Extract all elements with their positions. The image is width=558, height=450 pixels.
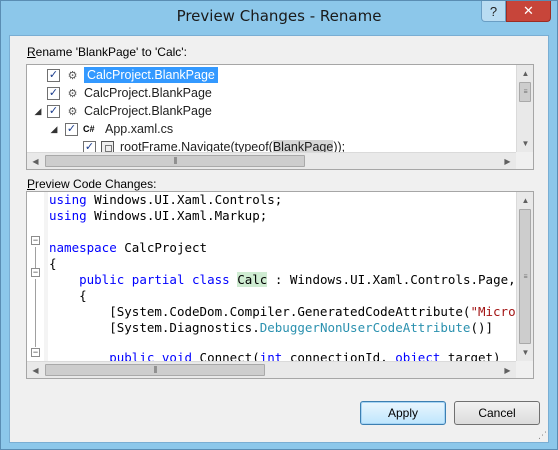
code-horizontal-thumb[interactable]: |||	[45, 364, 265, 376]
scroll-up-icon[interactable]: ▲	[517, 192, 533, 209]
scroll-left-icon[interactable]: ◀	[27, 362, 44, 378]
help-icon: ?	[489, 3, 498, 19]
tree-item-label: CalcProject.BlankPage	[84, 104, 212, 118]
tree-horizontal-thumb[interactable]: |||	[45, 155, 305, 167]
tree-vertical-thumb[interactable]: ≡	[519, 82, 531, 102]
code-line: using Windows.UI.Xaml.Controls;	[49, 192, 283, 207]
scrollbar-corner	[516, 361, 533, 378]
tree-vertical-scrollbar[interactable]: ▲ ≡ ▼	[516, 65, 533, 152]
tree-item-label: CalcProject.BlankPage	[84, 86, 212, 100]
preview-changes-dialog: Preview Changes - Rename ? ✕ Rename 'Bla…	[0, 0, 558, 450]
code-line: {	[49, 256, 57, 271]
class-icon: ⚙	[67, 69, 78, 82]
resize-grip-icon[interactable]: ⋰	[538, 430, 547, 441]
fold-toggle-icon[interactable]: −	[31, 236, 40, 245]
title-bar[interactable]: Preview Changes - Rename ? ✕	[1, 1, 557, 35]
change-margin	[44, 192, 48, 363]
collapse-arrow-icon[interactable]: ◢	[33, 106, 43, 117]
scroll-left-icon[interactable]: ◀	[27, 153, 44, 169]
tree-item-blankpage-1[interactable]: ✓ ⚙ CalcProject.BlankPage	[47, 66, 218, 84]
tree-item-blankpage-3[interactable]: ◢ ✓ ⚙ CalcProject.BlankPage	[33, 102, 212, 120]
preview-code-label: Preview Code Changes:	[27, 177, 157, 191]
window-title: Preview Changes - Rename	[176, 7, 382, 25]
tree-item-blankpage-2[interactable]: ✓ ⚙ CalcProject.BlankPage	[47, 84, 212, 102]
scroll-up-icon[interactable]: ▲	[517, 65, 533, 82]
scroll-down-icon[interactable]: ▼	[517, 344, 533, 361]
tree-horizontal-scrollbar[interactable]: ◀ ||| ▶	[27, 152, 516, 169]
tree-item-checkbox[interactable]: ✓	[47, 68, 60, 82]
class-icon: ⚙	[67, 105, 78, 118]
scroll-down-icon[interactable]: ▼	[517, 135, 533, 152]
rename-label: Rename 'BlankPage' to 'Calc':	[27, 45, 187, 59]
tree-item-app-xaml-cs[interactable]: ◢ ✓ C# App.xaml.cs	[49, 120, 174, 138]
tree-item-checkbox[interactable]: ✓	[65, 122, 78, 136]
renamed-identifier: Calc	[237, 272, 268, 287]
cancel-button[interactable]: Cancel	[454, 401, 540, 425]
code-line: using Windows.UI.Xaml.Markup;	[49, 208, 268, 223]
code-vertical-scrollbar[interactable]: ▲ ≡ ▼	[516, 192, 533, 361]
close-icon: ✕	[523, 3, 534, 18]
rename-tree-view[interactable]: ✓ ⚙ CalcProject.BlankPage ✓ ⚙ CalcProjec…	[26, 64, 534, 170]
code-line: public partial class Calc : Windows.UI.X…	[79, 272, 534, 287]
tree-item-checkbox[interactable]: ✓	[47, 86, 60, 100]
tree-item-checkbox[interactable]: ✓	[47, 104, 60, 118]
code-horizontal-scrollbar[interactable]: ◀ ||| ▶	[27, 361, 516, 378]
help-button[interactable]: ?	[481, 1, 506, 22]
tree-item-label: CalcProject.BlankPage	[84, 67, 218, 83]
code-line: {	[79, 288, 87, 303]
collapse-arrow-icon[interactable]: ◢	[49, 124, 59, 135]
code-line: namespace CalcProject	[49, 240, 208, 255]
fold-toggle-icon[interactable]: −	[31, 268, 40, 277]
fold-toggle-icon[interactable]: −	[31, 348, 40, 357]
csharp-file-icon: C#	[83, 124, 95, 134]
dialog-client-area: Rename 'BlankPage' to 'Calc': ✓ ⚙ CalcPr…	[9, 35, 549, 443]
scroll-right-icon[interactable]: ▶	[499, 153, 516, 169]
class-icon: ⚙	[67, 87, 78, 100]
code-line: [System.Diagnostics.DebuggerNonUserCodeA…	[109, 320, 494, 335]
code-preview-pane[interactable]: − − − using Windows.UI.Xaml.Controls; us…	[26, 191, 534, 379]
close-button[interactable]: ✕	[506, 1, 551, 22]
tree-item-label: App.xaml.cs	[105, 122, 174, 136]
scrollbar-corner	[516, 152, 533, 169]
code-line: [System.CodeDom.Compiler.GeneratedCodeAt…	[109, 304, 533, 319]
code-vertical-thumb[interactable]: ≡	[519, 209, 531, 344]
scroll-right-icon[interactable]: ▶	[499, 362, 516, 378]
apply-button[interactable]: Apply	[360, 401, 446, 425]
